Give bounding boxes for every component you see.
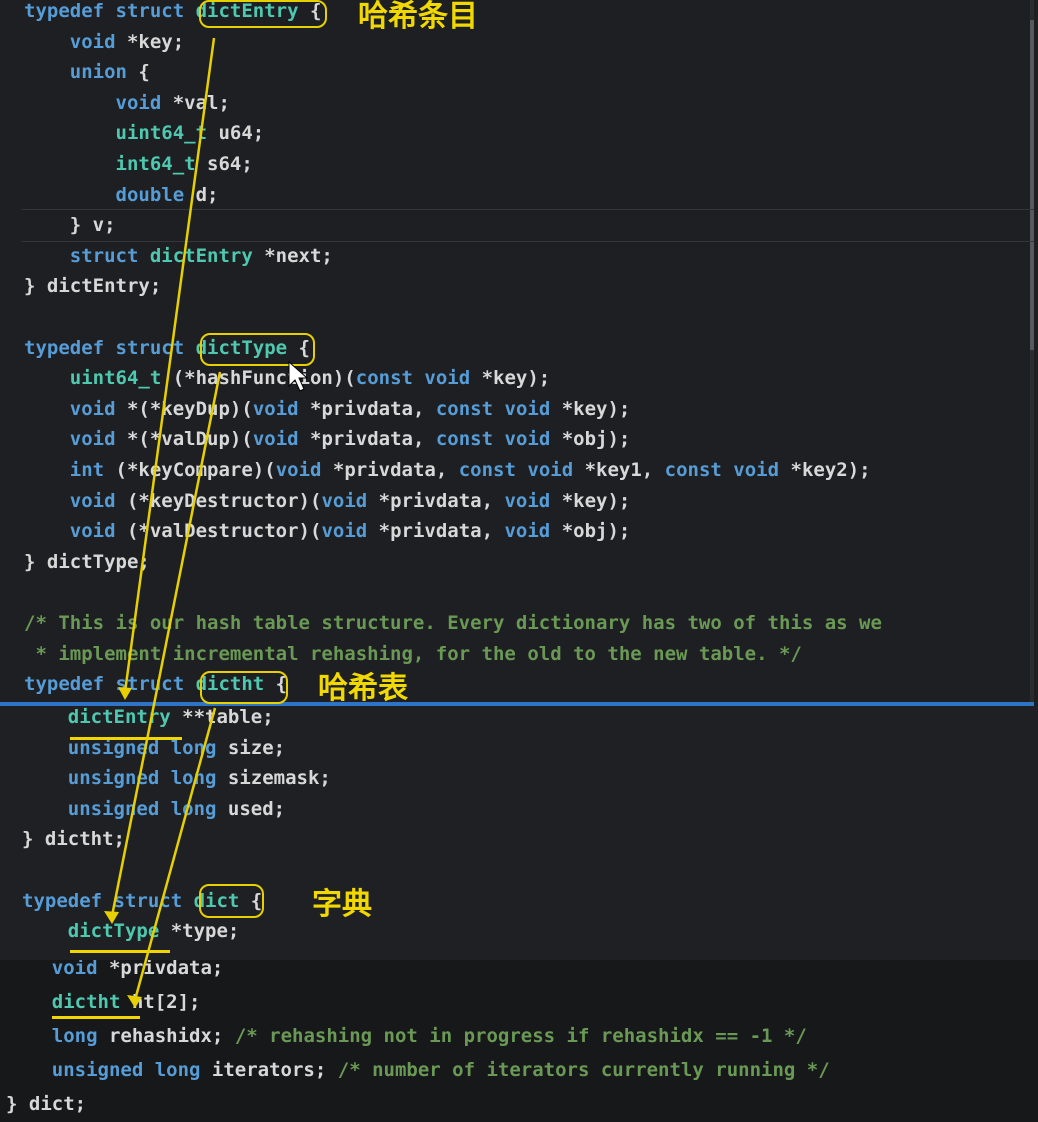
annotation-arrows bbox=[104, 37, 309, 1008]
mouse-cursor-icon bbox=[288, 360, 309, 392]
arrow-dictentry-to-table bbox=[123, 37, 216, 693]
arrow-dicttype-to-type bbox=[110, 371, 222, 917]
arrow-dictht-to-ht bbox=[133, 707, 217, 1001]
arrowhead-2 bbox=[104, 911, 119, 924]
arrowhead-3 bbox=[127, 995, 142, 1008]
arrowhead-1 bbox=[118, 687, 132, 700]
